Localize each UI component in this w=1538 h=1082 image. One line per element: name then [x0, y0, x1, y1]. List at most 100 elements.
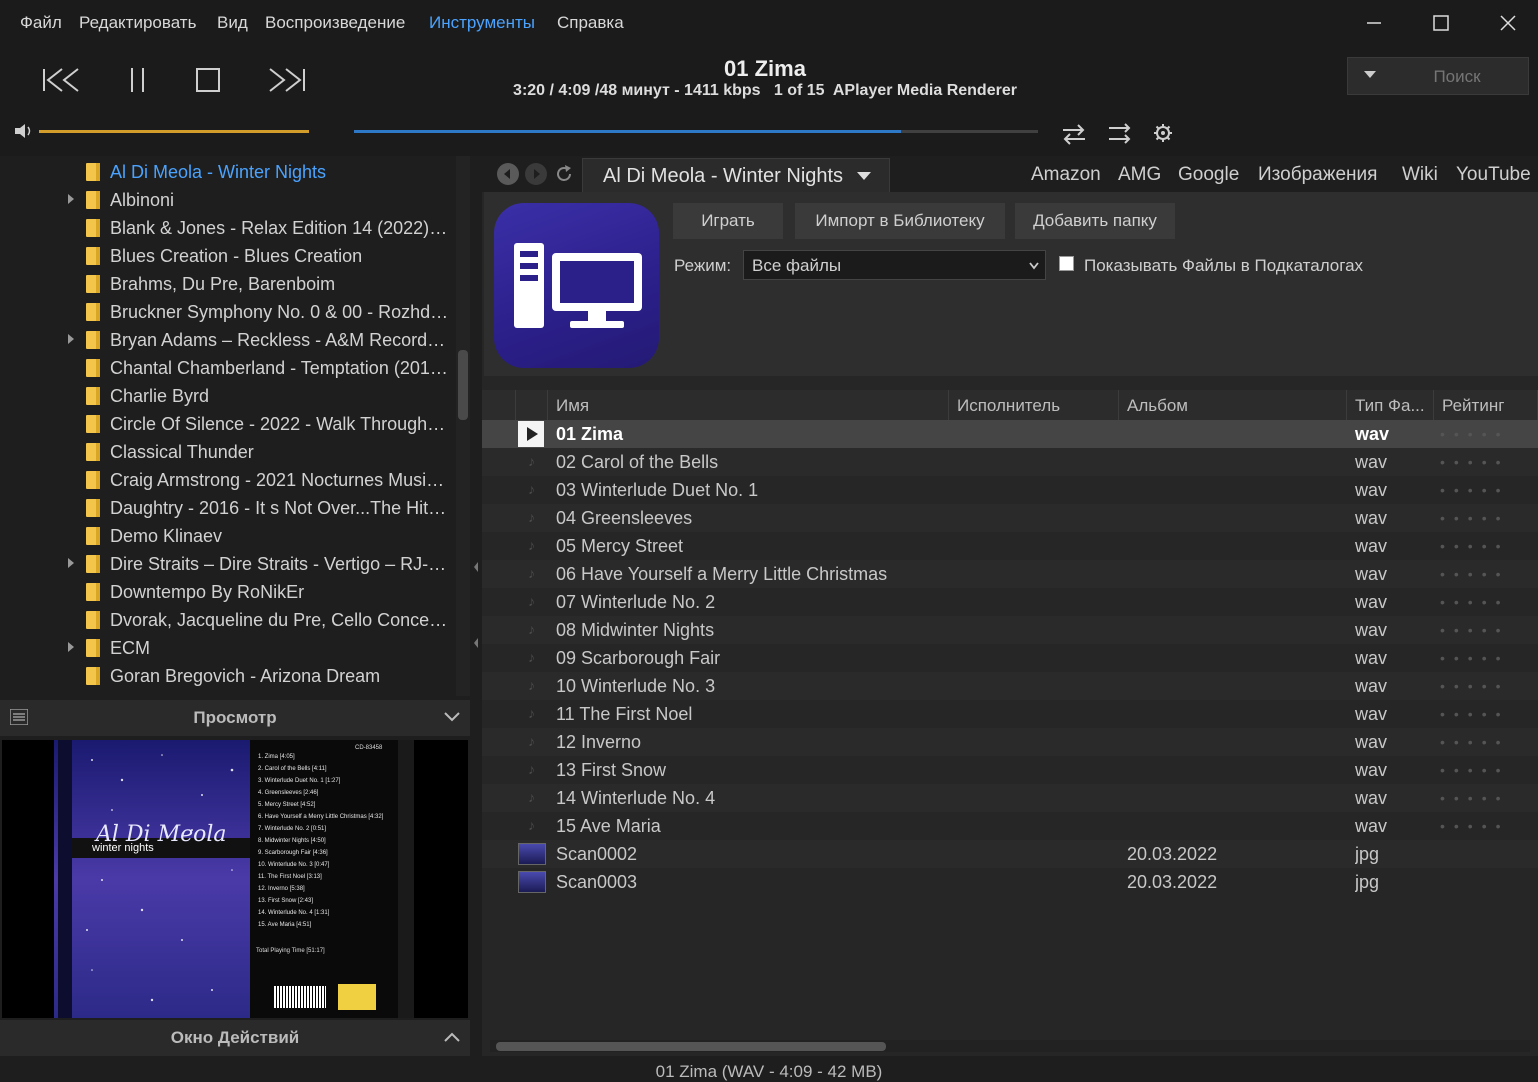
maximize-button[interactable]	[1419, 8, 1463, 42]
tree-folder-item[interactable]: Al Di Meola - Winter Nights	[0, 158, 455, 186]
table-row[interactable]: 15 Ave Maria wav	[482, 812, 1538, 840]
table-row[interactable]: 05 Mercy Street wav	[482, 532, 1538, 560]
table-row[interactable]: 06 Have Yourself a Merry Little Christma…	[482, 560, 1538, 588]
chevron-down-icon[interactable]	[444, 712, 460, 722]
volume-slider[interactable]	[39, 130, 309, 133]
menu-edit[interactable]: Редактировать	[79, 13, 196, 33]
tree-folder-item[interactable]: Circle Of Silence - 2022 - Walk Through …	[0, 410, 455, 438]
settings-button[interactable]	[1153, 123, 1173, 148]
rating-stars[interactable]: •••••	[1440, 538, 1510, 554]
link-amazon[interactable]: Amazon	[1031, 164, 1101, 186]
play-folder-button[interactable]: Играть	[673, 203, 783, 239]
menu-playback[interactable]: Воспроизведение	[265, 13, 405, 33]
tree-folder-item[interactable]: Blank & Jones - Relax Edition 14 (2022) …	[0, 214, 455, 242]
stop-button[interactable]	[195, 67, 221, 98]
actions-header[interactable]: Окно Действий	[0, 1020, 470, 1056]
close-button[interactable]	[1486, 8, 1530, 42]
rating-stars[interactable]: •••••	[1440, 678, 1510, 694]
link-google[interactable]: Google	[1178, 164, 1239, 186]
rating-stars[interactable]: •••••	[1440, 650, 1510, 666]
tree-folder-item[interactable]: Brahms, Du Pre, Barenboim	[0, 270, 455, 298]
tree-folder-item[interactable]: Dire Straits – Dire Straits - Vertigo – …	[0, 550, 455, 578]
column-header-icon[interactable]	[482, 390, 516, 420]
tree-folder-item[interactable]: Bryan Adams – Reckless - A&M Records ...	[0, 326, 455, 354]
tree-folder-item[interactable]: Goran Bregovich - Arizona Dream	[0, 662, 455, 690]
link-youtube[interactable]: YouTube	[1456, 164, 1531, 186]
forward-button[interactable]	[525, 163, 547, 185]
tree-folder-item[interactable]: Dvorak, Jacqueline du Pre, Cello Concert…	[0, 606, 455, 634]
rating-stars[interactable]: •••••	[1440, 594, 1510, 610]
next-button[interactable]	[266, 66, 306, 99]
table-row[interactable]: Scan0003 20.03.2022 jpg	[482, 868, 1538, 896]
repeat-button[interactable]	[1061, 123, 1087, 150]
tree-folder-item[interactable]: Charlie Byrd	[0, 382, 455, 410]
rating-stars[interactable]: •••••	[1440, 706, 1510, 722]
table-row[interactable]: 14 Winterlude No. 4 wav	[482, 784, 1538, 812]
tree-folder-item[interactable]: Craig Armstrong - 2021 Nocturnes Music..…	[0, 466, 455, 494]
shuffle-button[interactable]	[1107, 123, 1133, 150]
expand-arrow-icon[interactable]	[68, 194, 74, 204]
show-subfolders-checkbox[interactable]	[1059, 256, 1074, 271]
table-row[interactable]: 09 Scarborough Fair wav	[482, 644, 1538, 672]
tree-folder-item[interactable]: Albinoni	[0, 186, 455, 214]
rating-stars[interactable]: •••••	[1440, 622, 1510, 638]
menu-tools[interactable]: Инструменты	[429, 13, 535, 33]
menu-view[interactable]: Вид	[217, 13, 248, 33]
volume-button[interactable]	[13, 122, 35, 145]
table-row[interactable]: 10 Winterlude No. 3 wav	[482, 672, 1538, 700]
column-header-type[interactable]: Тип Фа...	[1347, 390, 1434, 420]
expand-arrow-icon[interactable]	[68, 642, 74, 652]
preview-header[interactable]: Просмотр	[0, 700, 470, 736]
table-row[interactable]: 03 Winterlude Duet No. 1 wav	[482, 476, 1538, 504]
table-row[interactable]: 11 The First Noel wav	[482, 700, 1538, 728]
tree-folder-item[interactable]: Chantal Chamberland - Temptation (2019..…	[0, 354, 455, 382]
table-row[interactable]: 07 Winterlude No. 2 wav	[482, 588, 1538, 616]
search-box[interactable]	[1347, 57, 1529, 95]
previous-button[interactable]	[42, 66, 82, 99]
menu-help[interactable]: Справка	[557, 13, 624, 33]
link-images[interactable]: Изображения	[1258, 164, 1377, 186]
column-header-album[interactable]: Альбом	[1119, 390, 1347, 420]
import-library-button[interactable]: Импорт в Библиотеку	[795, 203, 1005, 239]
expand-arrow-icon[interactable]	[68, 558, 74, 568]
table-row[interactable]: 02 Carol of the Bells wav	[482, 448, 1538, 476]
tree-folder-item[interactable]: ECM	[0, 634, 455, 662]
rating-stars[interactable]: •••••	[1440, 454, 1510, 470]
column-header-name[interactable]: Имя	[548, 390, 949, 420]
tab-dropdown-icon[interactable]	[857, 172, 871, 180]
tree-folder-item[interactable]: Blues Creation - Blues Creation	[0, 242, 455, 270]
table-row[interactable]: 08 Midwinter Nights wav	[482, 616, 1538, 644]
rating-stars[interactable]: •••••	[1440, 762, 1510, 778]
table-row[interactable]: 13 First Snow wav	[482, 756, 1538, 784]
panel-splitter[interactable]	[470, 156, 482, 1056]
pause-button[interactable]	[128, 66, 148, 99]
table-row[interactable]: Scan0002 20.03.2022 jpg	[482, 840, 1538, 868]
tree-folder-item[interactable]: Bruckner Symphony No. 0 & 00 - Rozhde...	[0, 298, 455, 326]
refresh-button[interactable]	[553, 163, 575, 190]
mode-select[interactable]: Все файлы	[743, 250, 1046, 280]
chevron-up-icon[interactable]	[444, 1032, 460, 1042]
link-amg[interactable]: AMG	[1118, 164, 1161, 186]
table-row[interactable]: 04 Greensleeves wav	[482, 504, 1538, 532]
tree-folder-item[interactable]: Demo Klinaev	[0, 522, 455, 550]
minimize-button[interactable]	[1352, 8, 1396, 42]
column-header-state[interactable]	[516, 390, 548, 420]
tab-current-folder[interactable]: Al Di Meola - Winter Nights	[582, 158, 890, 192]
rating-stars[interactable]: •••••	[1440, 426, 1510, 442]
tree-folder-item[interactable]: Daughtry - 2016 - It s Not Over...The Hi…	[0, 494, 455, 522]
table-row[interactable]: 12 Inverno wav	[482, 728, 1538, 756]
tree-scrollbar[interactable]	[456, 156, 470, 696]
tree-folder-item[interactable]: Classical Thunder	[0, 438, 455, 466]
menu-file[interactable]: Файл	[20, 13, 62, 33]
back-button[interactable]	[497, 163, 519, 185]
rating-stars[interactable]: •••••	[1440, 566, 1510, 582]
seek-bar[interactable]	[354, 130, 1038, 133]
expand-arrow-icon[interactable]	[68, 334, 74, 344]
rating-stars[interactable]: •••••	[1440, 790, 1510, 806]
search-input[interactable]	[1390, 62, 1524, 92]
table-horizontal-scrollbar[interactable]	[490, 1040, 1530, 1052]
link-wiki[interactable]: Wiki	[1402, 164, 1438, 186]
table-scrollbar-thumb[interactable]	[496, 1042, 886, 1051]
rating-stars[interactable]: •••••	[1440, 482, 1510, 498]
search-dropdown-icon[interactable]	[1364, 71, 1376, 78]
